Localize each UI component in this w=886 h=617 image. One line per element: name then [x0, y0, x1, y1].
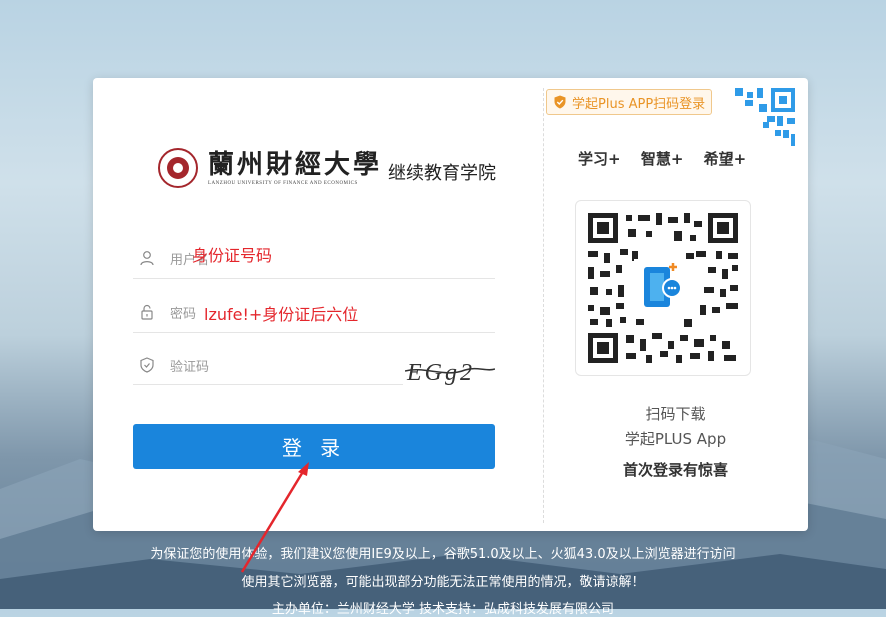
university-name: 蘭州財經大學 [208, 149, 383, 180]
university-logo: 蘭州財經大學 LANZHOU UNIVERSITY OF FINANCE AND… [158, 146, 496, 190]
user-icon [135, 246, 159, 270]
download-qr-code [588, 213, 738, 363]
captcha-field[interactable]: 验证码 [133, 345, 403, 385]
qr-code-icon[interactable] [733, 86, 797, 150]
tagline-study: 学习+ [578, 150, 621, 168]
app-download-qr [575, 200, 751, 376]
college-name: 继续教育学院 [388, 163, 497, 184]
university-seal-icon [158, 148, 198, 188]
username-field[interactable]: 用户名 [133, 238, 495, 279]
footer-sponsor: 主办单位：兰州财经大学 技术支持：弘成科技发展有限公司 [271, 602, 615, 617]
shield-icon [135, 353, 159, 377]
footer-browser-notice: 为保证您的使用体验，我们建议您使用IE9及以上，谷歌51.0及以上、火狐43.0… [150, 547, 736, 562]
app-name-label: 学起PLUS App [624, 430, 727, 448]
university-english-name: LANZHOU UNIVERSITY OF FINANCE AND ECONOM… [208, 180, 358, 186]
password-placeholder: 密码 [170, 306, 197, 322]
tagline-wisdom: 智慧+ [640, 150, 684, 168]
tagline-hope: 希望+ [703, 150, 747, 168]
login-button[interactable]: 登 录 [133, 424, 495, 469]
lock-icon [135, 300, 159, 324]
panel-divider [543, 88, 544, 523]
password-annotation: lzufe!+身份证后六位 [204, 305, 359, 324]
first-login-label: 首次登录有惊喜 [622, 461, 728, 479]
app-taglines: 学习+ 智慧+ 希望+ [578, 148, 761, 169]
username-annotation: 身份证号码 [192, 246, 273, 265]
scan-login-label: 学起Plus APP扫码登录 [572, 96, 706, 112]
shield-check-icon [554, 95, 566, 109]
scan-login-badge[interactable]: 学起Plus APP扫码登录 [546, 89, 713, 115]
captcha-placeholder: 验证码 [170, 359, 210, 375]
captcha-underline [133, 384, 403, 385]
captcha-image[interactable]: EGg2 [405, 356, 495, 386]
footer-compat-notice: 使用其它浏览器，可能出现部分功能无法正常使用的情况，敬请谅解！ [241, 575, 645, 590]
scan-download-label: 扫码下载 [645, 405, 706, 423]
login-card: 蘭州財經大學 LANZHOU UNIVERSITY OF FINANCE AND… [93, 78, 808, 531]
